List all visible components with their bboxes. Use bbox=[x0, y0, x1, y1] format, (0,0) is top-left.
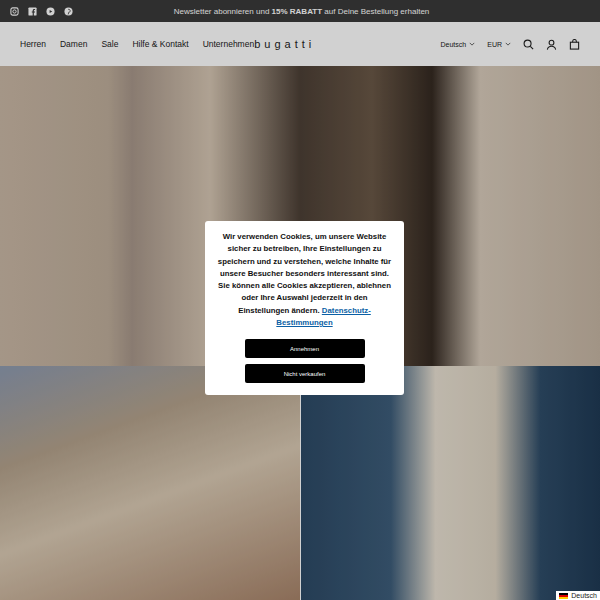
cookie-buttons: Annehmen Nicht verkaufen bbox=[217, 339, 392, 383]
flag-icon bbox=[559, 593, 568, 599]
privacy-link[interactable]: Datenschutz-Bestimmungen bbox=[276, 306, 370, 327]
page: Newsletter abonnieren und 15% RABATT auf… bbox=[0, 0, 600, 600]
language-badge[interactable]: Deutsch bbox=[556, 591, 600, 600]
cookie-text: Wir verwenden Cookies, um unsere Website… bbox=[217, 231, 392, 329]
cookie-button[interactable]: Annehmen bbox=[245, 339, 365, 358]
cookie-button[interactable]: Nicht verkaufen bbox=[245, 364, 365, 383]
cookie-dialog: Wir verwenden Cookies, um unsere Website… bbox=[205, 221, 404, 395]
